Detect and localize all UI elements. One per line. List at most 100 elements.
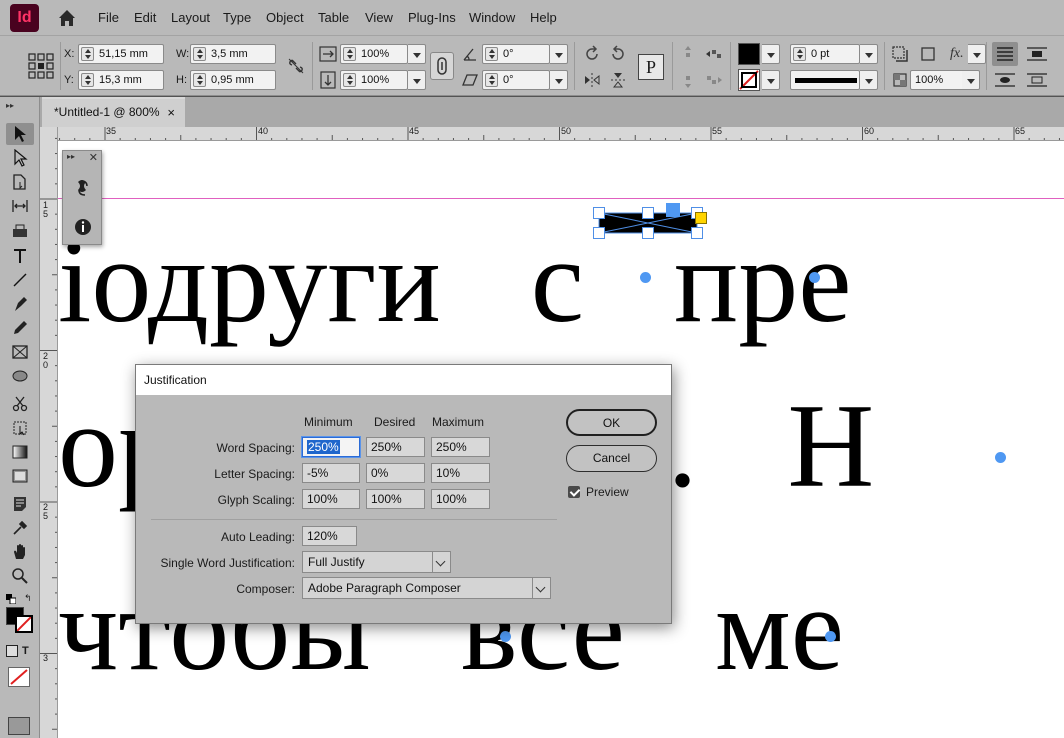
height-field[interactable]: 0,95 mm <box>190 70 276 90</box>
free-transform-tool-icon[interactable] <box>6 417 34 439</box>
text-wrap-none-icon[interactable] <box>992 42 1018 66</box>
pencil-tool-icon[interactable] <box>6 317 34 339</box>
panel-collapse-icon[interactable]: ▸▸ <box>6 101 14 110</box>
type-tool-icon[interactable] <box>6 245 34 267</box>
stroke-color-icon[interactable] <box>15 615 33 633</box>
menu-edit[interactable]: Edit <box>134 10 156 25</box>
resize-handle[interactable] <box>691 227 703 239</box>
hand-tool-icon[interactable] <box>6 541 34 563</box>
page-tool-icon[interactable] <box>6 171 34 193</box>
selection-tool-icon[interactable] <box>6 123 34 145</box>
default-colors-icon[interactable] <box>6 593 17 605</box>
resize-handle[interactable] <box>593 207 605 219</box>
flip-vertical-icon[interactable] <box>608 70 628 90</box>
glyph-scaling-min-input[interactable]: 100% <box>302 489 360 509</box>
effects-dropdown[interactable] <box>968 44 986 64</box>
x-position-field[interactable]: 51,15 mm <box>78 44 164 64</box>
formatting-container-icon[interactable] <box>6 645 18 657</box>
flip-horizontal-icon[interactable] <box>582 70 602 90</box>
preview-checkbox[interactable] <box>568 486 580 498</box>
select-next-icon[interactable] <box>704 70 724 90</box>
word-spacing-min-input[interactable]: 250% <box>302 437 360 457</box>
word-spacing-desired-input[interactable]: 250% <box>366 437 425 457</box>
constrain-proportions-icon[interactable] <box>286 56 306 76</box>
stroke-type-field[interactable] <box>790 70 860 90</box>
select-container-icon[interactable] <box>678 44 698 64</box>
text-wrap-shape-icon[interactable] <box>992 68 1018 92</box>
scale-x-field[interactable]: 100% <box>340 44 408 64</box>
link-scale-icon[interactable] <box>430 52 454 80</box>
gap-tool-icon[interactable] <box>6 195 34 217</box>
single-word-justification-select[interactable]: Full Justify <box>302 551 451 573</box>
document-tab[interactable]: *Untitled-1 @ 800% × <box>42 97 185 127</box>
zoom-tool-icon[interactable] <box>6 565 34 587</box>
formatting-text-icon[interactable]: T <box>22 645 34 657</box>
text-line-1[interactable]: іодруги с пре <box>58 221 852 341</box>
note-tool-icon[interactable] <box>6 493 34 515</box>
auto-leading-input[interactable]: 120% <box>302 526 357 546</box>
stroke-swatch[interactable] <box>738 69 760 91</box>
shear-field[interactable]: 0° <box>482 70 550 90</box>
corner-options-handle[interactable] <box>695 212 707 224</box>
panel-expand-icon[interactable]: ▸▸ <box>67 152 75 161</box>
opacity-dropdown[interactable] <box>962 70 980 90</box>
rotate-field[interactable]: 0° <box>482 44 550 64</box>
menu-file[interactable]: File <box>98 10 119 25</box>
info-icon[interactable] <box>73 217 93 237</box>
fill-dropdown[interactable] <box>762 44 780 64</box>
home-icon[interactable] <box>56 7 78 29</box>
gradient-feather-tool-icon[interactable] <box>6 465 34 487</box>
stroke-dropdown[interactable] <box>762 70 780 90</box>
anchor-handle[interactable] <box>666 203 680 217</box>
screen-mode-icon[interactable] <box>8 717 30 735</box>
menu-object[interactable]: Object <box>266 10 304 25</box>
menu-table[interactable]: Table <box>318 10 349 25</box>
rotate-cw-icon[interactable] <box>582 44 602 64</box>
cancel-button[interactable]: Cancel <box>566 445 657 472</box>
fill-swatch[interactable] <box>738 43 760 65</box>
content-collector-icon[interactable] <box>6 219 34 241</box>
panel-close-icon[interactable]: ✕ <box>89 151 98 164</box>
eyedropper-tool-icon[interactable] <box>6 517 34 539</box>
selected-graphic-frame[interactable] <box>593 203 707 239</box>
shear-dropdown[interactable] <box>550 70 568 90</box>
corner-options-icon[interactable] <box>918 44 938 64</box>
vertical-ruler[interactable]: 1 5 2 0 2 5 3 <box>40 127 58 738</box>
close-tab-icon[interactable]: × <box>167 99 175 126</box>
select-content-icon[interactable] <box>678 70 698 90</box>
menu-view[interactable]: View <box>365 10 393 25</box>
resize-handle[interactable] <box>593 227 605 239</box>
stroke-weight-field[interactable]: 0 pt <box>790 44 860 64</box>
apply-none-icon[interactable] <box>8 667 30 687</box>
line-tool-icon[interactable] <box>6 269 34 291</box>
preview-label[interactable]: Preview <box>586 485 629 499</box>
letter-spacing-min-input[interactable]: -5% <box>302 463 360 483</box>
scale-y-field[interactable]: 100% <box>340 70 408 90</box>
scale-y-dropdown[interactable] <box>408 70 426 90</box>
reference-point-icon[interactable] <box>28 53 54 79</box>
direct-selection-tool-icon[interactable] <box>6 147 34 169</box>
text-wrap-bounding-icon[interactable] <box>1024 42 1050 66</box>
menu-layout[interactable]: Layout <box>171 10 210 25</box>
stroke-type-dropdown[interactable] <box>860 70 878 90</box>
glyph-scaling-desired-input[interactable]: 100% <box>366 489 425 509</box>
drop-shadow-icon[interactable] <box>890 44 910 64</box>
menu-window[interactable]: Window <box>469 10 515 25</box>
pen-tool-icon[interactable] <box>6 293 34 315</box>
stroke-weight-dropdown[interactable] <box>860 44 878 64</box>
menu-help[interactable]: Help <box>530 10 557 25</box>
rotate-ccw-icon[interactable] <box>608 44 628 64</box>
letter-spacing-desired-input[interactable]: 0% <box>366 463 425 483</box>
composer-select[interactable]: Adobe Paragraph Composer <box>302 577 551 599</box>
width-field[interactable]: 3,5 mm <box>190 44 276 64</box>
y-position-field[interactable]: 15,3 mm <box>78 70 164 90</box>
menu-plugins[interactable]: Plug-Ins <box>408 10 456 25</box>
glyph-scaling-max-input[interactable]: 100% <box>431 489 490 509</box>
word-spacing-max-input[interactable]: 250% <box>431 437 490 457</box>
select-previous-icon[interactable] <box>704 44 724 64</box>
ok-button[interactable]: OK <box>566 409 657 436</box>
script-panel-icon[interactable] <box>73 177 93 199</box>
menu-type[interactable]: Type <box>223 10 251 25</box>
rectangle-frame-tool-icon[interactable] <box>6 341 34 363</box>
scissors-tool-icon[interactable] <box>6 393 34 415</box>
